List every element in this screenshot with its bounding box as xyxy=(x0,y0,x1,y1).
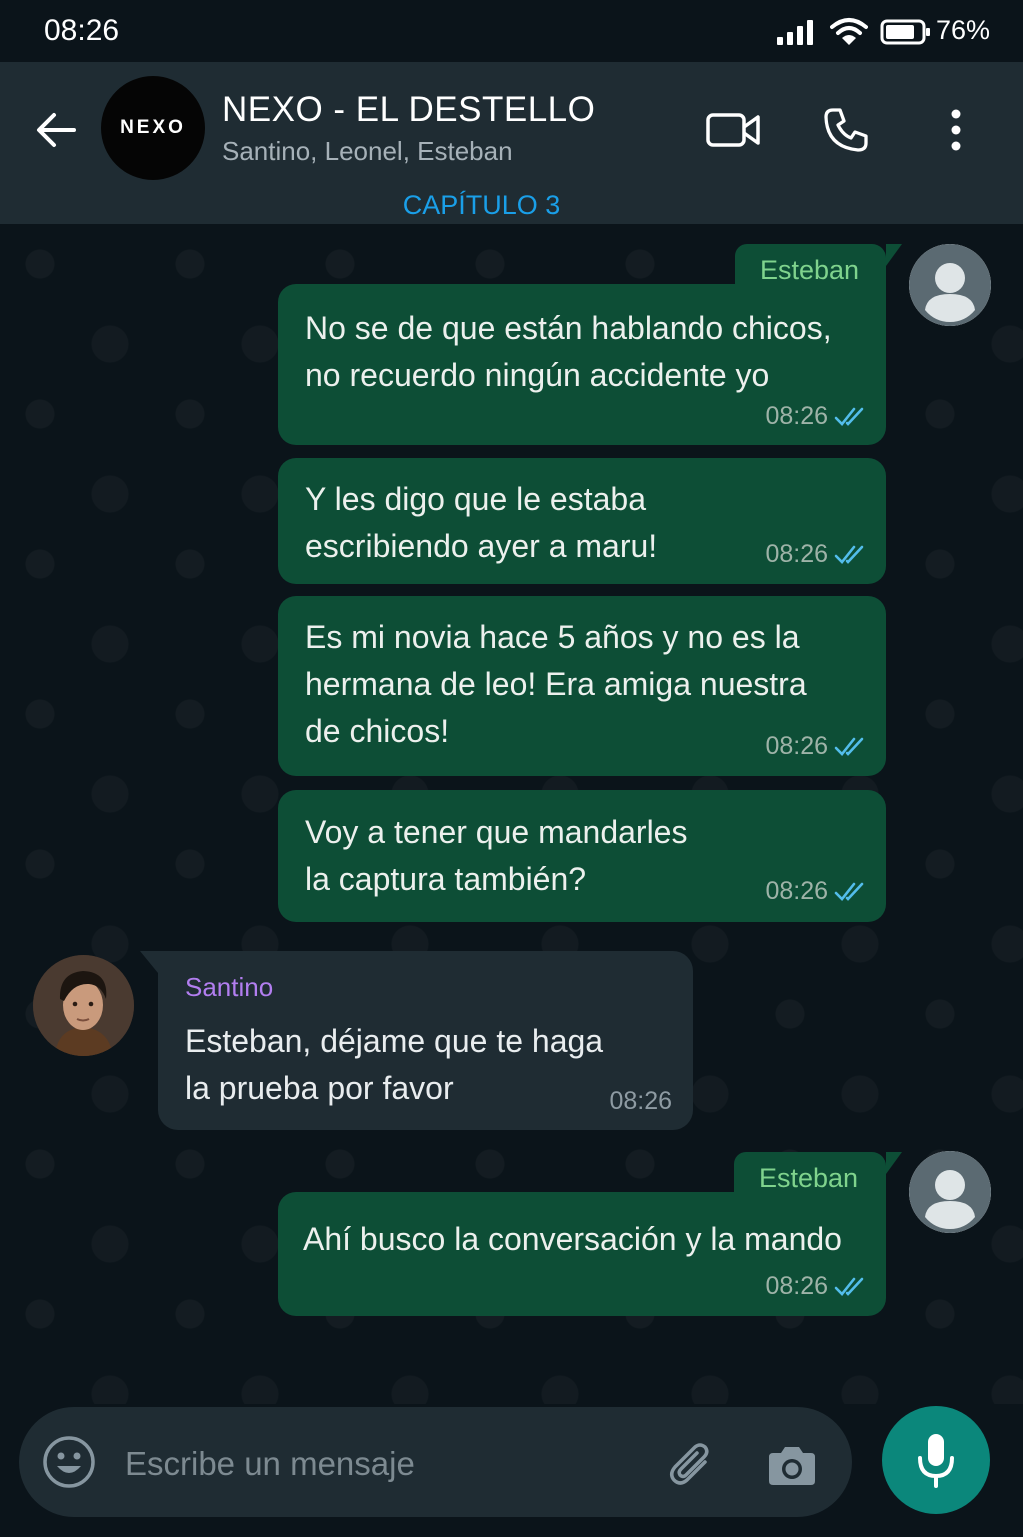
message-text-line: la prueba por favor xyxy=(185,1070,454,1106)
battery-percentage: 76% xyxy=(936,15,991,45)
message-text-line: hermana de leo! Era amiga nuestra xyxy=(305,666,807,702)
sender-name: Esteban xyxy=(760,255,860,285)
attach-button[interactable] xyxy=(664,1437,720,1493)
composer-bar: Escribe un mensaje xyxy=(0,1404,1023,1537)
status-bar: 08:26 76% xyxy=(0,0,1023,62)
message-text-line: Voy a tener que mandarles xyxy=(305,814,688,850)
video-call-button[interactable] xyxy=(700,102,766,158)
video-camera-icon xyxy=(706,113,760,147)
more-vertical-icon xyxy=(951,109,961,151)
message-bubble[interactable]: Voy a tener que mandarles la captura tam… xyxy=(278,790,886,922)
more-options-button[interactable] xyxy=(935,102,977,158)
status-time: 08:26 xyxy=(44,14,120,47)
message-bubble[interactable]: Es mi novia hace 5 años y no es la herma… xyxy=(278,596,886,776)
back-button[interactable] xyxy=(32,108,80,152)
group-logo: NEXO xyxy=(120,117,186,138)
phone-icon xyxy=(824,108,868,152)
group-avatar[interactable]: NEXO xyxy=(101,76,205,180)
message-text-line: de chicos! xyxy=(305,713,450,749)
message-time: 08:26 xyxy=(765,402,828,430)
read-ticks-icon xyxy=(834,407,864,426)
message-text-line: la captura también? xyxy=(305,861,587,897)
message-time: 08:26 xyxy=(765,540,828,568)
sender-name: Esteban xyxy=(759,1163,859,1193)
message-text-line: Es mi novia hace 5 años y no es la xyxy=(305,619,800,655)
read-ticks-icon xyxy=(834,545,864,564)
sender-name: Santino xyxy=(185,972,274,1002)
avatar-esteban[interactable] xyxy=(909,1151,991,1233)
group-members[interactable]: Santino, Leonel, Esteban xyxy=(222,136,513,167)
message-bubble[interactable]: No se de que están hablando chicos, no r… xyxy=(278,284,886,445)
read-ticks-icon xyxy=(834,737,864,756)
battery-icon xyxy=(880,19,930,45)
person-icon xyxy=(909,244,991,326)
message-input[interactable]: Escribe un mensaje xyxy=(125,1445,415,1483)
message-text-line: escribiendo ayer a maru! xyxy=(305,528,658,564)
message-time: 08:26 xyxy=(609,1087,672,1115)
message-time: 08:26 xyxy=(765,732,828,760)
message-text-line: no recuerdo ningún accidente yo xyxy=(305,357,770,393)
arrow-left-icon xyxy=(37,113,76,147)
read-ticks-icon xyxy=(834,882,864,901)
voice-record-button[interactable] xyxy=(882,1406,990,1514)
message-bubble[interactable]: Ahí busco la conversación y la mando 08:… xyxy=(278,1192,886,1316)
message-time: 08:26 xyxy=(765,1272,828,1300)
message-text-line: Ahí busco la conversación y la mando xyxy=(303,1221,842,1257)
message-text-line: Y les digo que le estaba xyxy=(305,481,646,517)
profile-photo-icon xyxy=(33,955,134,1056)
avatar-santino[interactable] xyxy=(33,955,134,1056)
camera-icon xyxy=(769,1447,815,1485)
paperclip-icon xyxy=(670,1443,709,1485)
group-title[interactable]: NEXO - EL DESTELLO xyxy=(222,90,595,130)
message-time: 08:26 xyxy=(765,877,828,905)
message-composer[interactable]: Escribe un mensaje xyxy=(19,1407,852,1517)
wifi-icon xyxy=(830,18,868,45)
message-bubble[interactable]: Y les digo que le estaba escribiendo aye… xyxy=(278,458,886,584)
chat-header: NEXO NEXO - EL DESTELLO Santino, Leonel,… xyxy=(0,62,1023,224)
voice-call-button[interactable] xyxy=(818,102,874,158)
message-text-line: Esteban, déjame que te haga xyxy=(185,1023,604,1059)
read-ticks-icon xyxy=(834,1277,864,1296)
emoji-icon xyxy=(43,1436,95,1488)
emoji-button[interactable] xyxy=(41,1434,97,1490)
avatar-esteban[interactable] xyxy=(909,244,991,326)
message-text-line: No se de que están hablando chicos, xyxy=(305,310,832,346)
chat-area[interactable]: Esteban No se de que están hablando chic… xyxy=(0,224,1023,1404)
chapter-label[interactable]: CAPÍTULO 3 xyxy=(0,190,963,221)
camera-button[interactable] xyxy=(764,1437,820,1493)
microphone-icon xyxy=(918,1434,954,1488)
person-icon xyxy=(909,1151,991,1233)
message-bubble[interactable]: Santino Esteban, déjame que te haga la p… xyxy=(140,951,693,1130)
signal-icon xyxy=(777,20,813,45)
